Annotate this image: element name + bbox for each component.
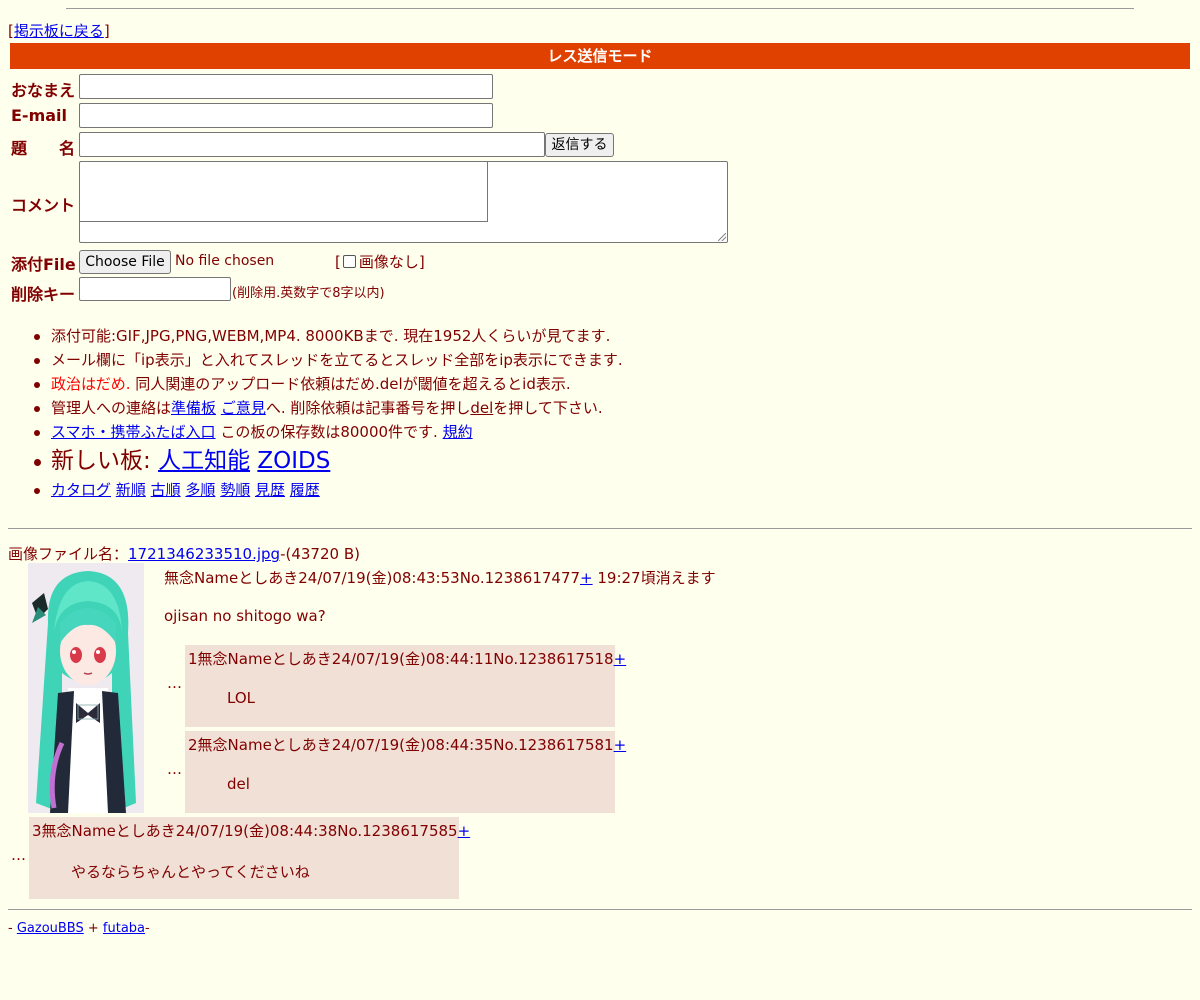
terms-link[interactable]: 規約 (443, 423, 473, 441)
comment-label: コメント (11, 196, 76, 215)
thread-divider-top (8, 528, 1192, 529)
reply-3: 3無念Nameとしあき24/07/19(金)08:44:38No.1238617… (29, 817, 470, 899)
new-boards-text: 新しい板: (51, 448, 159, 474)
sort-old-link[interactable]: 古順 (151, 481, 181, 499)
rule-del-text: del (470, 399, 494, 417)
no-image-bracket-close: ] (418, 253, 425, 271)
no-image-checkbox[interactable] (342, 255, 356, 268)
ai-board-link[interactable]: 人工知能 (158, 448, 250, 474)
resize-handle-icon[interactable] (718, 233, 726, 241)
reply-3-header-text: 3無念Nameとしあき24/07/19(金)08:44:38No.1238617… (32, 822, 458, 840)
rule-new-boards: 新しい板: 人工知能 ZOIDS (34, 444, 623, 478)
back-bracket-close: ] (103, 22, 110, 40)
delete-key-note: (削除用.英数字で8字以内) (232, 286, 385, 301)
rule-contact-text: 管理人への連絡は (51, 399, 172, 417)
email-label: E-mail (11, 106, 68, 125)
op-header: 無念Nameとしあき24/07/19(金)08:43:53No.12386174… (164, 567, 716, 588)
op-thumbnail[interactable] (28, 563, 144, 813)
reply-2-header-text: 2無念Nameとしあき24/07/19(金)08:44:35No.1238617… (188, 736, 614, 754)
reply-2-body: del (227, 775, 250, 793)
prep-board-link[interactable]: 準備板 (171, 399, 216, 417)
footer-dash-left: - (8, 921, 17, 936)
reply-3-plus-link[interactable]: + (458, 822, 471, 840)
submit-reply-button[interactable]: 返信する (545, 133, 614, 157)
name-input[interactable] (79, 74, 493, 99)
reply-1-plus-link[interactable]: + (614, 650, 627, 668)
op-expire-text: 19:27頃消えます (592, 569, 716, 587)
rule-mobile-text: この板の保存数は80000件です. (215, 423, 443, 441)
reply-1-header-text: 1無念Nameとしあき24/07/19(金)08:44:11No.1238617… (188, 650, 614, 668)
op-header-text: 無念Nameとしあき24/07/19(金)08:43:53No.12386174… (164, 569, 581, 587)
file-name-link[interactable]: 1721346233510.jpg (128, 545, 280, 563)
reply-1: 1無念Nameとしあき24/07/19(金)08:44:11No.1238617… (185, 645, 626, 727)
reply-3-body: やるならちゃんとやってくださいね (71, 863, 310, 881)
op-body: ojisan no shitogo wa? (164, 607, 326, 625)
reply-1-header: 1無念Nameとしあき24/07/19(金)08:44:11No.1238617… (188, 648, 626, 670)
sort-many-link[interactable]: 多順 (185, 481, 215, 499)
rule-ip-display: メール欄に「ip表示」と入れてスレッドを立てるとスレッド全部をip表示にできます… (34, 348, 623, 372)
rule-politics-warning: 政治はだめ. (51, 375, 131, 393)
comment-textarea[interactable] (79, 161, 728, 243)
subject-input[interactable] (79, 132, 545, 157)
rule-contact-text3: を押して下さい. (493, 399, 603, 417)
back-to-board-link[interactable]: 掲示板に戻る (14, 22, 104, 40)
gazoubbs-link[interactable]: GazouBBS (17, 921, 84, 936)
sort-new-link[interactable]: 新順 (116, 481, 146, 499)
back-nav: [掲示板に戻る] (8, 20, 110, 41)
reply-mode-banner: レス送信モード (10, 43, 1190, 69)
reply-3-dots: … (11, 846, 26, 864)
choose-file-button[interactable]: Choose File (79, 250, 171, 274)
viewed-history-link[interactable]: 見歴 (255, 481, 285, 499)
reply-2-plus-link[interactable]: + (614, 736, 627, 754)
file-label: 添付File (11, 255, 76, 274)
file-name-prefix: 画像ファイル名： (8, 545, 129, 563)
rule-mobile: スマホ・携帯ふたば入口 この板の保存数は80000件です. 規約 (34, 420, 623, 444)
name-label: おなまえ (11, 81, 76, 100)
reply-1-body: LOL (227, 689, 255, 707)
mobile-entrance-link[interactable]: スマホ・携帯ふたば入口 (51, 423, 216, 441)
rule-catalog-links: カタログ 新順 古順 多順 勢順 見歴 履歴 (34, 478, 623, 502)
reply-2-dots: … (167, 760, 182, 778)
board-rules-list: 添付可能:GIF,JPG,PNG,WEBM,MP4. 8000KBまで. 現在1… (34, 324, 623, 502)
subject-label: 題 名 (11, 139, 76, 158)
catalog-link[interactable]: カタログ (51, 481, 111, 499)
file-info: 画像ファイル名：1721346233510.jpg-(43720 B) (8, 543, 360, 564)
rule-politics: 政治はだめ. 同人関連のアップロード依頼はだめ.delが閾値を超えるとid表示. (34, 372, 623, 396)
top-divider (66, 8, 1134, 9)
rule-contact-text2: へ. 削除依頼は記事番号を押し (265, 399, 471, 417)
file-size: -(43720 B) (280, 545, 360, 563)
no-file-text: No file chosen (175, 253, 275, 269)
anime-girl-image (28, 563, 144, 813)
delete-key-label: 削除キー (11, 285, 76, 304)
post-history-link[interactable]: 履歴 (290, 481, 320, 499)
reply-1-dots: … (167, 674, 182, 692)
comment-inner-box (80, 162, 488, 222)
delete-key-input[interactable] (79, 277, 231, 301)
reply-2-header: 2無念Nameとしあき24/07/19(金)08:44:35No.1238617… (188, 734, 626, 756)
feedback-link[interactable]: ご意見 (221, 399, 266, 417)
email-input[interactable] (79, 103, 493, 128)
no-image-option: [ 画像なし] (335, 251, 425, 272)
reply-3-header: 3無念Nameとしあき24/07/19(金)08:44:38No.1238617… (32, 820, 470, 842)
rule-attachments: 添付可能:GIF,JPG,PNG,WEBM,MP4. 8000KBまで. 現在1… (34, 324, 623, 348)
rule-politics-rest: 同人関連のアップロード依頼はだめ.delが閾値を超えるとid表示. (130, 375, 571, 393)
footer-plus: + (83, 921, 103, 936)
footer-dash-right: - (145, 921, 150, 936)
footer: - GazouBBS + futaba- (8, 921, 150, 936)
no-image-label: 画像なし (358, 253, 419, 271)
sort-momentum-link[interactable]: 勢順 (220, 481, 250, 499)
no-image-bracket-open: [ (335, 253, 341, 271)
op-plus-link[interactable]: + (580, 569, 593, 587)
futaba-link[interactable]: futaba (103, 921, 145, 936)
zoids-board-link[interactable]: ZOIDS (257, 448, 330, 474)
rule-contact: 管理人への連絡は準備板 ご意見へ. 削除依頼は記事番号を押しdelを押して下さい… (34, 396, 623, 420)
thread-divider-bottom (8, 909, 1192, 910)
reply-2: 2無念Nameとしあき24/07/19(金)08:44:35No.1238617… (185, 731, 626, 813)
